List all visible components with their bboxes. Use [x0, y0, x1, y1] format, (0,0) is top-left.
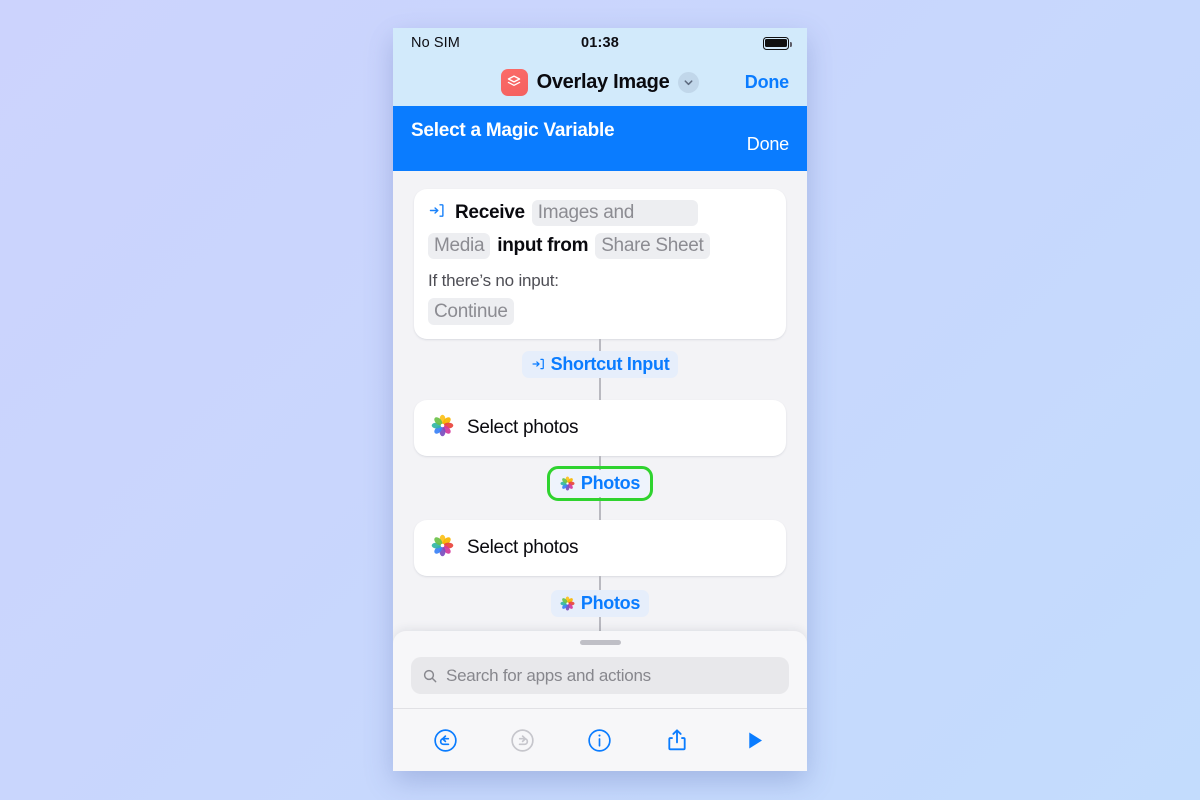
receive-keyword: Receive	[455, 202, 525, 223]
status-bar: No SIM 01:38	[393, 28, 807, 58]
receive-action-card[interactable]: Receive Images and Media input from Shar…	[414, 189, 786, 339]
photos-variable-chip[interactable]: Photos	[546, 465, 654, 501]
select-photos-action-card-2[interactable]: Select photos	[414, 519, 786, 576]
receive-source-pill[interactable]: Share Sheet	[595, 232, 710, 259]
chevron-down-icon[interactable]	[678, 71, 700, 93]
search-input[interactable]: Search for apps and actions	[446, 666, 651, 686]
overlay-image-app-icon	[500, 68, 528, 96]
connector-line	[599, 455, 601, 470]
redo-icon	[500, 717, 546, 763]
photos-app-icon	[560, 476, 575, 491]
magic-variable-done-button[interactable]: Done	[747, 120, 789, 155]
shortcut-title-group[interactable]: Overlay Image	[500, 68, 700, 96]
select-photos-label: Select photos	[467, 416, 579, 438]
play-icon[interactable]	[731, 717, 777, 763]
photos-variable-label-2: Photos	[580, 592, 641, 613]
select-photos-action-card[interactable]: Select photos	[414, 399, 786, 456]
undo-icon[interactable]	[423, 717, 469, 763]
photos-app-icon	[431, 414, 454, 442]
drag-handle[interactable]	[579, 640, 621, 645]
no-input-label: If there’s no input:	[428, 270, 559, 290]
photos-variable-row-selected: Photos	[414, 465, 786, 501]
battery-full-icon	[763, 36, 792, 50]
import-arrow-into-box-icon	[428, 202, 445, 224]
connector-line	[599, 616, 601, 631]
search-icon	[422, 668, 438, 684]
clock-label: 01:38	[580, 35, 620, 51]
phone-screen: No SIM 01:38 Overlay Image Done Select a…	[393, 28, 807, 771]
receive-line-two: Media input from Share Sheet	[428, 232, 772, 259]
connector-line	[599, 338, 601, 351]
photos-variable-row-2: Photos	[414, 589, 786, 617]
status-bar-right	[763, 36, 792, 50]
photos-app-icon	[560, 596, 575, 611]
photos-variable-chip-2[interactable]: Photos	[550, 589, 650, 617]
select-photos-label-2: Select photos	[467, 536, 579, 558]
magic-variable-title: Select a Magic Variable	[411, 120, 615, 141]
photos-app-icon	[431, 534, 454, 562]
nav-done-button[interactable]: Done	[745, 72, 789, 93]
import-arrow-into-box-icon	[531, 357, 545, 371]
no-input-behavior-row: Continue	[428, 297, 514, 325]
photos-variable-label: Photos	[580, 472, 641, 493]
bottom-toolbar	[393, 708, 807, 771]
search-bar[interactable]: Search for apps and actions	[411, 657, 789, 694]
shortcut-input-chip-label: Shortcut Input	[550, 353, 670, 374]
receive-input-type-pill-b[interactable]: Media	[428, 232, 491, 259]
share-icon[interactable]	[654, 717, 700, 763]
receive-line-one: Receive Images and	[428, 200, 772, 226]
connector-line	[599, 575, 601, 590]
connector-line	[599, 496, 601, 520]
connector-line	[599, 377, 601, 400]
continue-pill[interactable]: Continue	[428, 297, 514, 325]
page-title: Overlay Image	[536, 70, 670, 93]
magic-variable-banner: Select a Magic Variable Done	[393, 106, 807, 171]
action-search-sheet: Search for apps and actions	[393, 631, 807, 708]
receive-input-type-pill-a[interactable]: Images and	[531, 200, 699, 226]
shortcut-canvas: Receive Images and Media input from Shar…	[393, 171, 807, 696]
shortcut-input-chip[interactable]: Shortcut Input	[521, 350, 679, 378]
navigation-bar: Overlay Image Done	[393, 58, 807, 106]
receive-input-from-keyword: input from	[497, 234, 589, 256]
shortcut-input-chip-row: Shortcut Input	[414, 350, 786, 378]
info-icon[interactable]	[577, 717, 623, 763]
